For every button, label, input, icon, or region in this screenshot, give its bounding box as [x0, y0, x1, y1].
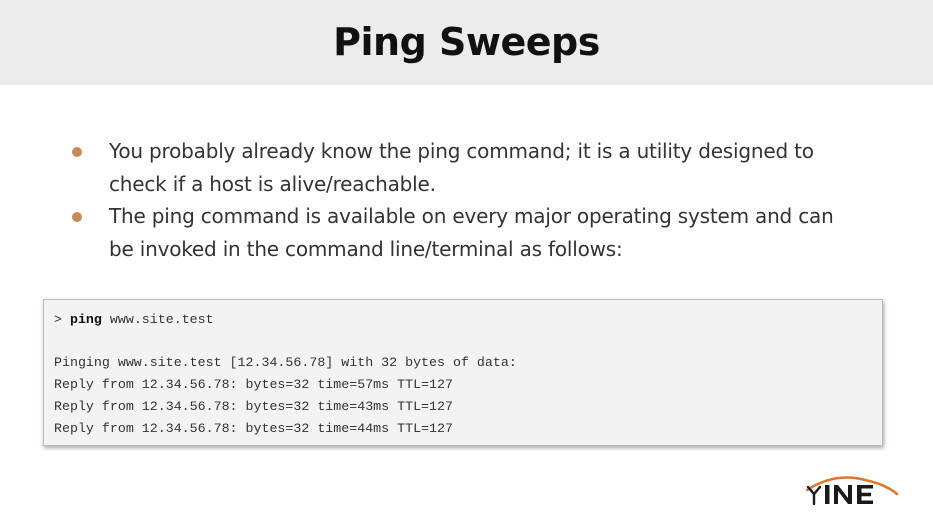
command-argument: www.site.test: [109, 312, 214, 327]
bullet-icon: [72, 147, 82, 157]
bullet-icon: [72, 212, 82, 222]
command-name: ping: [69, 312, 102, 327]
title-bar: Ping Sweeps: [0, 0, 933, 85]
output-line: Reply from 12.34.56.78: bytes=32 time=57…: [54, 377, 453, 392]
output-line: Reply from 12.34.56.78: bytes=32 time=44…: [54, 421, 453, 436]
terminal-box: > ping www.site.test Pinging www.site.te…: [43, 299, 883, 446]
bullet-line: The ping command is available on every m…: [109, 204, 834, 228]
bullet-item: The ping command is available on every m…: [109, 200, 899, 265]
bullet-item: You probably already know the ping comma…: [109, 135, 899, 200]
bullet-line: check if a host is alive/reachable.: [109, 171, 436, 196]
slide-title: Ping Sweeps: [333, 20, 600, 64]
bullet-line: be invoked in the command line/terminal …: [109, 236, 623, 261]
output-line: Pinging www.site.test [12.34.56.78] with…: [54, 355, 517, 370]
prompt-symbol: >: [54, 312, 62, 327]
ine-logo: [805, 474, 901, 508]
command-line: > ping www.site.test: [54, 311, 214, 329]
output-line: Reply from 12.34.56.78: bytes=32 time=43…: [54, 399, 453, 414]
bullet-line: You probably already know the ping comma…: [109, 139, 814, 163]
ine-logo-icon: [805, 476, 899, 506]
